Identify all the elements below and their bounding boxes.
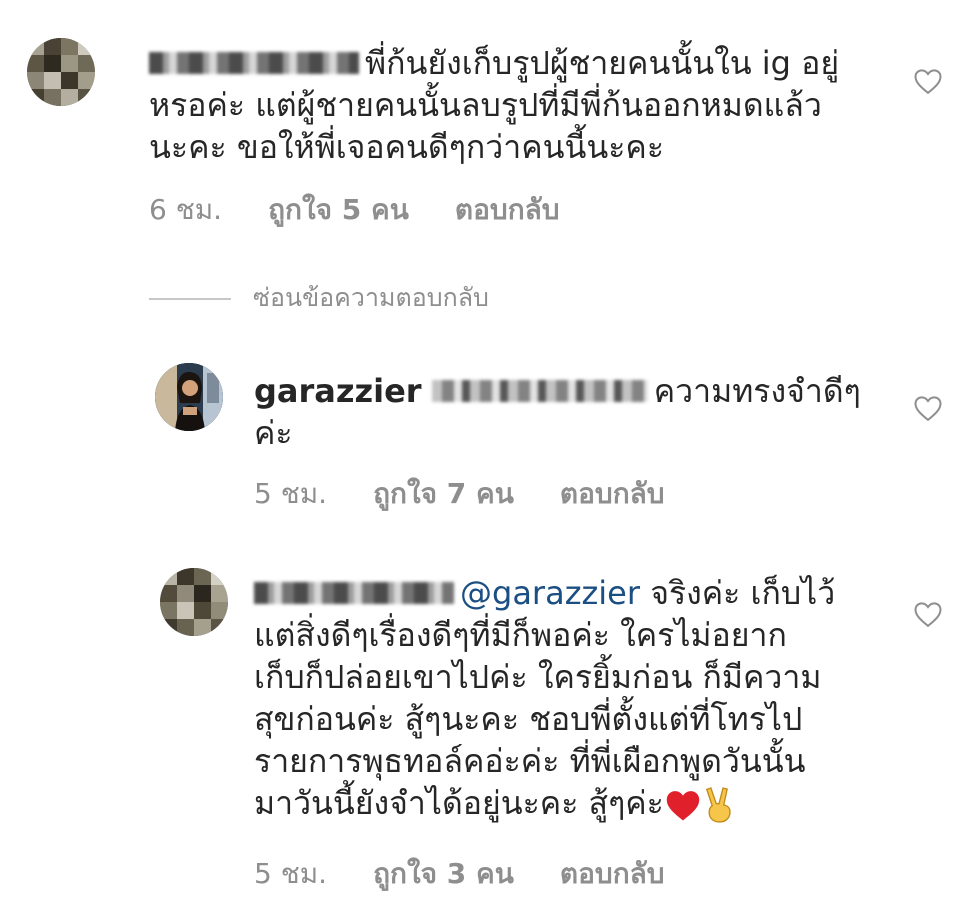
heart-outline-icon[interactable] xyxy=(913,67,943,95)
comment-time[interactable]: 6 ชม. xyxy=(149,193,222,226)
heart-outline-icon[interactable] xyxy=(913,394,943,422)
likes-count[interactable]: ถูกใจ 7 คน xyxy=(373,477,514,510)
hide-replies-button[interactable]: ซ่อนข้อความตอบกลับ xyxy=(149,278,489,318)
comment-meta: 5 ชม. ถูกใจ 3 คน ตอบกลับ xyxy=(254,852,711,896)
comment-meta: 6 ชม. ถูกใจ 5 คน ตอบกลับ xyxy=(149,188,606,232)
comment-line: ค่ะ xyxy=(254,414,293,452)
comment-line: สุขก่อนค่ะ สู้ๆนะคะ ชอบพี่ตั้งแต่ที่โทรไ… xyxy=(254,700,803,738)
comment-time[interactable]: 5 ชม. xyxy=(254,477,327,510)
likes-count[interactable]: ถูกใจ 5 คน xyxy=(268,193,409,226)
avatar[interactable] xyxy=(27,38,95,106)
comment-time[interactable]: 5 ชม. xyxy=(254,857,327,890)
comment-text: พี่ก้นยังเก็บรูปผู้ชายคนนั้นใน ig อยู่ ห… xyxy=(149,42,889,168)
comment-item: พี่ก้นยังเก็บรูปผู้ชายคนนั้นใน ig อยู่ ห… xyxy=(0,0,957,240)
blurred-username[interactable] xyxy=(254,582,454,604)
blurred-mention[interactable] xyxy=(431,380,648,402)
reply-button[interactable]: ตอบกลับ xyxy=(455,193,560,226)
comment-line: หรอค่ะ แต่ผู้ชายคนนั้นลบรูปที่มีพี่ก้นออ… xyxy=(149,86,822,124)
username-link[interactable]: garazzier xyxy=(254,372,422,410)
reply-item: garazzier ความทรงจำดีๆ ค่ะ 5 ชม. ถูกใจ 7 … xyxy=(0,340,957,520)
divider-line xyxy=(149,298,231,300)
red-heart-emoji xyxy=(666,791,700,821)
comment-line: เก็บก็ปล่อยเขาไปค่ะ ใครยิ้มก่อน ก็มีความ xyxy=(254,658,822,696)
comment-line: @garazzier จริงค่ะ เก็บไว้ xyxy=(254,572,894,614)
comment-meta: 5 ชม. ถูกใจ 7 คน ตอบกลับ xyxy=(254,472,711,516)
comment-text: @garazzier จริงค่ะ เก็บไว้ แต่สิ่งดีๆเรื… xyxy=(254,572,894,824)
victory-hand-emoji xyxy=(705,787,731,823)
avatar[interactable] xyxy=(155,363,223,431)
avatar[interactable] xyxy=(160,568,228,636)
comment-text: garazzier ความทรงจำดีๆ ค่ะ xyxy=(254,370,894,454)
reply-item: @garazzier จริงค่ะ เก็บไว้ แต่สิ่งดีๆเรื… xyxy=(0,560,957,916)
hide-replies-label[interactable]: ซ่อนข้อความตอบกลับ xyxy=(253,283,489,312)
likes-count[interactable]: ถูกใจ 3 คน xyxy=(373,857,514,890)
profile-photo xyxy=(155,363,223,431)
comment-line: รายการพุธทอล์คอ่ะค่ะ ที่พี่เผือกพูดวันนั… xyxy=(254,742,806,780)
reply-button[interactable]: ตอบกลับ xyxy=(560,477,665,510)
comment-line: มาวันนี้ยังจำได้อยู่นะคะ สู้ๆค่ะ xyxy=(254,782,894,824)
mention-link[interactable]: @garazzier xyxy=(460,574,640,612)
heart-outline-icon[interactable] xyxy=(913,600,943,628)
comment-line: นะคะ ขอให้พี่เจอคนดีๆกว่าคนนี้นะคะ xyxy=(149,128,665,166)
blurred-username[interactable] xyxy=(149,52,359,74)
comment-line: พี่ก้นยังเก็บรูปผู้ชายคนนั้นใน ig อยู่ xyxy=(149,42,889,84)
comment-line: แต่สิ่งดีๆเรื่องดีๆที่มีก็พอค่ะ ใครไม่อย… xyxy=(254,616,787,654)
reply-button[interactable]: ตอบกลับ xyxy=(560,857,665,890)
comment-line: garazzier ความทรงจำดีๆ xyxy=(254,372,861,410)
